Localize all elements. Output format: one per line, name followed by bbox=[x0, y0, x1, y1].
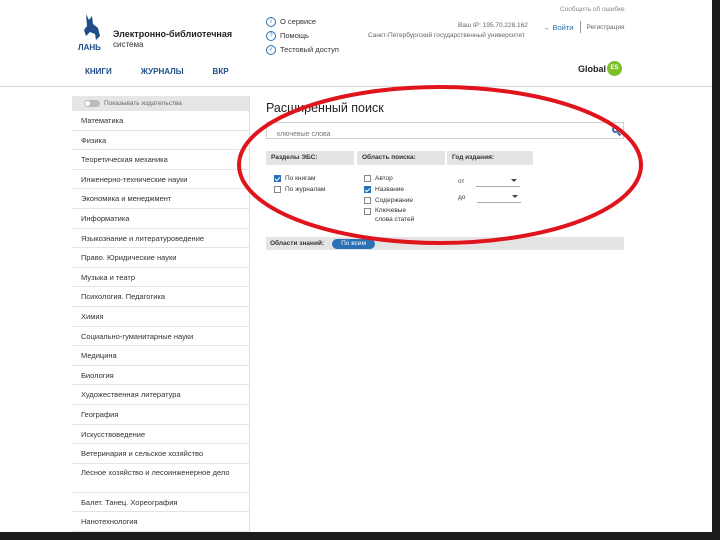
help-link-label: Помощь bbox=[280, 31, 309, 40]
sidebar-item[interactable]: Физика bbox=[72, 131, 249, 151]
sidebar-item[interactable]: Лесное хозяйство и лесоинженерное дело bbox=[72, 464, 249, 493]
sidebar-item[interactable]: Информатика bbox=[72, 209, 249, 229]
trial-access-link[interactable]: ✓ Тестовый доступ bbox=[266, 43, 339, 56]
frame-edge-right bbox=[712, 0, 720, 540]
divider bbox=[579, 21, 581, 33]
global-text: Global bbox=[578, 63, 607, 74]
frame-edge-bottom bbox=[0, 532, 720, 540]
help-link[interactable]: ? Помощь bbox=[266, 29, 339, 42]
about-link-label: О сервисе bbox=[280, 17, 317, 26]
ip-address: Ваш IP: 195.70.228.162 bbox=[458, 22, 528, 29]
sidebar-item[interactable]: География bbox=[72, 405, 249, 425]
brand-name: Электронно-библиотечная bbox=[113, 29, 233, 39]
login-link[interactable]: Войти bbox=[553, 23, 574, 32]
sidebar-item[interactable]: Теоретическая механика bbox=[72, 150, 249, 170]
nav-journals[interactable]: ЖУРНАЛЫ bbox=[141, 67, 184, 76]
login-icon: → bbox=[542, 22, 550, 32]
show-publishers-label: Показывать издательства bbox=[104, 100, 182, 107]
global-badge: ES bbox=[607, 61, 623, 76]
sidebar-item[interactable]: Нанотехнология bbox=[72, 512, 249, 532]
about-link[interactable]: i О сервисе bbox=[266, 15, 339, 28]
main-nav: КНИГИ ЖУРНАЛЫ ВКР bbox=[85, 67, 258, 76]
lan-logo[interactable]: ЛАНЬ bbox=[78, 12, 104, 52]
check-icon: ✓ bbox=[266, 44, 276, 55]
nav-books[interactable]: КНИГИ bbox=[85, 67, 112, 76]
nav-theses[interactable]: ВКР bbox=[213, 67, 229, 76]
show-publishers-row: Показывать издательства bbox=[72, 96, 249, 111]
sidebar-item[interactable]: Искусствоведение bbox=[72, 425, 249, 445]
sidebar-item[interactable]: Экономика и менеджмент bbox=[72, 189, 249, 209]
sidebar-item[interactable]: Инженерно-технические науки bbox=[72, 170, 249, 190]
sidebar-item[interactable]: Биология bbox=[72, 366, 249, 386]
page: ЛАНЬ Электронно-библиотечная система i О … bbox=[0, 0, 713, 532]
sidebar-item[interactable]: Языкознание и литературоведение bbox=[72, 229, 249, 249]
top-links: i О сервисе ? Помощь ✓ Тестовый доступ bbox=[266, 15, 339, 57]
brand-word: ЛАНЬ bbox=[78, 43, 101, 52]
help-icon: ? bbox=[266, 30, 276, 41]
sidebar-item[interactable]: Медицина bbox=[72, 346, 249, 366]
sidebar-item[interactable]: Право. Юридические науки bbox=[72, 248, 249, 268]
brand-subtitle: система bbox=[113, 40, 144, 49]
auth-links: → Войти Регистрация bbox=[542, 21, 625, 33]
sidebar-item[interactable]: Социально-гуманитарные науки bbox=[72, 327, 249, 347]
sidebar-item[interactable]: Химия bbox=[72, 307, 249, 327]
sidebar-item[interactable]: Психология. Педагогика bbox=[72, 287, 249, 307]
sidebar-item[interactable]: Художественная литература bbox=[72, 385, 249, 405]
register-link[interactable]: Регистрация bbox=[587, 24, 625, 31]
sidebar-item[interactable]: Балет. Танец. Хореография bbox=[72, 493, 249, 513]
university-name: Санкт-Петербургский государственный унив… bbox=[368, 32, 525, 39]
sidebar: Показывать издательства Математика Физик… bbox=[72, 96, 249, 532]
global-es-logo[interactable]: Global ES bbox=[578, 61, 623, 76]
sidebar-item[interactable]: Ветеринария и сельское хозяйство bbox=[72, 444, 249, 464]
trial-access-link-label: Тестовый доступ bbox=[280, 45, 339, 54]
info-icon: i bbox=[266, 16, 276, 27]
sidebar-item[interactable]: Музыка и театр bbox=[72, 268, 249, 288]
sidebar-item[interactable]: Математика bbox=[72, 111, 249, 131]
highlight-oval bbox=[237, 85, 643, 245]
show-publishers-toggle[interactable] bbox=[84, 100, 100, 107]
report-error-link[interactable]: Сообщить об ошибке bbox=[560, 6, 625, 13]
